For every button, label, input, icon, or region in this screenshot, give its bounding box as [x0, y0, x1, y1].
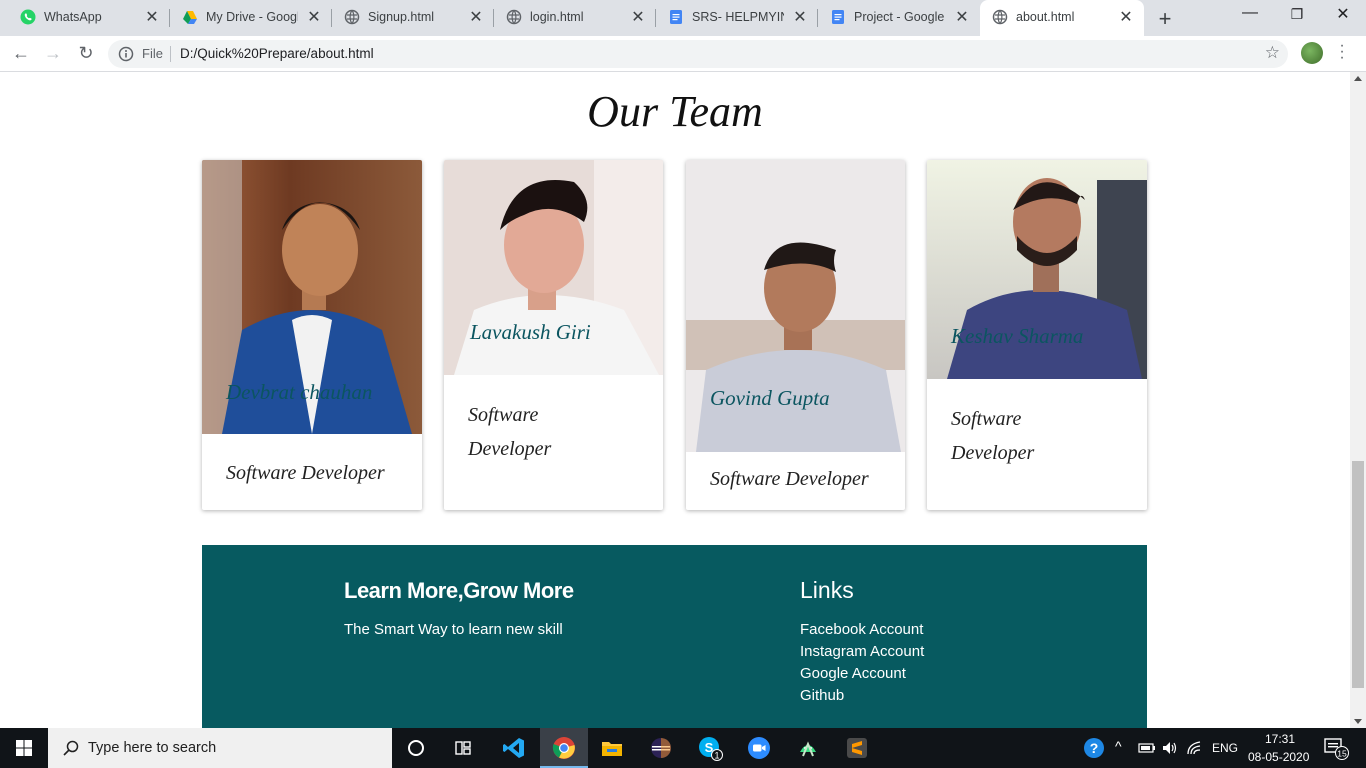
close-tab-icon[interactable]: ✕ [1118, 7, 1134, 27]
tab-title: Signup.html [368, 10, 435, 24]
windows-taskbar: Type here to search S1 ? ^ ENG 17:31 08-… [0, 728, 1366, 768]
svg-text:?: ? [1090, 740, 1099, 756]
forward-arrow-icon[interactable]: → [41, 42, 65, 66]
search-placeholder: Type here to search [88, 740, 217, 756]
android-studio-icon[interactable] [788, 732, 828, 764]
close-tab-icon[interactable]: ✕ [630, 7, 646, 27]
tab-title: login.html [530, 10, 584, 24]
footer-brand: Learn More,Grow More [344, 578, 574, 603]
eclipse-icon[interactable] [641, 732, 681, 764]
scroll-down-icon[interactable] [1354, 719, 1362, 724]
sublime-text-icon[interactable] [837, 732, 877, 764]
menu-dots-icon[interactable]: · · · [1338, 38, 1346, 66]
tab-title: about.html [1016, 10, 1075, 24]
tab-about[interactable]: about.html ✕ [980, 0, 1144, 36]
back-arrow-icon[interactable]: ← [9, 42, 33, 66]
bookmark-star-icon[interactable]: ☆ [1265, 43, 1280, 63]
windows-logo-icon [16, 740, 32, 756]
tab-title: SRS- HELPMYINTE [692, 10, 784, 24]
page-scrollbar[interactable] [1350, 72, 1366, 728]
scroll-up-icon[interactable] [1354, 76, 1362, 81]
tab-whatsapp[interactable]: WhatsApp ✕ [8, 0, 170, 34]
new-tab-button[interactable]: + [1156, 6, 1174, 32]
clock-time[interactable]: 17:31 [1265, 732, 1295, 746]
globe-icon [344, 9, 360, 25]
member-name: Keshav Sharma [951, 324, 1084, 348]
google-link[interactable]: Google Account [800, 665, 906, 682]
google-docs-icon [670, 10, 682, 24]
tab-title: WhatsApp [44, 10, 102, 24]
instagram-link[interactable]: Instagram Account [800, 643, 924, 660]
url-text[interactable]: D:/Quick%20Prepare/about.html [180, 46, 374, 61]
taskbar-search[interactable]: Type here to search [48, 728, 392, 768]
tab-signup[interactable]: Signup.html ✕ [332, 0, 494, 34]
tab-login[interactable]: login.html ✕ [494, 0, 656, 34]
close-window-icon[interactable]: ✕ [1333, 4, 1353, 24]
file-scheme-label: File [142, 46, 163, 61]
cortana-icon[interactable] [396, 732, 436, 764]
globe-icon [506, 9, 522, 25]
notifications-icon[interactable]: 15 [1318, 732, 1354, 764]
github-link[interactable]: Github [800, 687, 844, 704]
browser-toolbar: ← → ↻ File D:/Quick%20Prepare/about.html… [0, 36, 1366, 72]
zoom-icon[interactable] [739, 732, 779, 764]
tab-strip: WhatsApp ✕ My Drive - Google ✕ Signup.ht… [0, 0, 1366, 36]
help-icon[interactable]: ? [1082, 732, 1106, 764]
close-tab-icon[interactable]: ✕ [144, 7, 160, 27]
team-member-card: Keshav Sharma Software Developer [927, 160, 1147, 510]
clock-date[interactable]: 08-05-2020 [1248, 750, 1309, 764]
member-name: Govind Gupta [710, 386, 830, 410]
profile-avatar[interactable] [1301, 42, 1323, 64]
footer-links-heading: Links [800, 577, 854, 603]
tab-srs[interactable]: SRS- HELPMYINTE ✕ [656, 0, 818, 34]
close-tab-icon[interactable]: ✕ [468, 7, 484, 27]
globe-icon [992, 9, 1008, 25]
tab-project[interactable]: Project - Google D ✕ [818, 0, 980, 34]
google-drive-icon [183, 11, 197, 24]
close-tab-icon[interactable]: ✕ [792, 7, 808, 27]
member-role: Software Developer [710, 468, 869, 490]
chevron-up-icon[interactable]: ^ [1115, 738, 1122, 754]
notification-count: 15 [1337, 749, 1347, 759]
close-tab-icon[interactable]: ✕ [306, 7, 322, 27]
reload-icon[interactable]: ↻ [74, 42, 98, 66]
address-bar[interactable]: File D:/Quick%20Prepare/about.html ☆ [108, 40, 1288, 68]
close-tab-icon[interactable]: ✕ [954, 7, 970, 27]
team-member-card: Govind Gupta Software Developer [686, 160, 905, 510]
site-footer: Learn More,Grow More The Smart Way to le… [202, 545, 1147, 728]
page-title: Our Team [587, 87, 763, 136]
restore-icon[interactable]: ❐ [1287, 6, 1307, 23]
whatsapp-icon [20, 9, 36, 25]
wifi-icon[interactable] [1184, 732, 1206, 764]
vscode-icon[interactable] [494, 732, 534, 764]
page-viewport: Our Team Devbrat chauhan Software Develo… [0, 72, 1350, 728]
skype-badge: 1 [714, 751, 719, 761]
member-name: Lavakush Giri [470, 320, 591, 344]
team-member-card: Devbrat chauhan Software Developer [202, 160, 422, 510]
minimize-icon[interactable]: — [1240, 4, 1260, 22]
tab-my-drive[interactable]: My Drive - Google ✕ [170, 0, 332, 34]
info-icon[interactable] [118, 46, 134, 62]
search-icon [63, 740, 79, 756]
footer-tagline: The Smart Way to learn new skill [344, 621, 563, 638]
team-member-card: Lavakush Giri Software Developer [444, 160, 663, 510]
task-view-icon[interactable] [443, 732, 483, 764]
chrome-icon[interactable] [540, 728, 588, 768]
member-role: Software Developer [226, 462, 385, 484]
tab-title: My Drive - Google [206, 10, 298, 24]
google-docs-icon [832, 10, 844, 24]
battery-icon[interactable] [1136, 732, 1158, 764]
language-indicator[interactable]: ENG [1212, 741, 1238, 755]
member-role: Software Developer [468, 404, 552, 460]
skype-icon[interactable]: S1 [690, 732, 730, 764]
file-explorer-icon[interactable] [592, 732, 632, 764]
tab-title: Project - Google D [854, 10, 946, 24]
facebook-link[interactable]: Facebook Account [800, 621, 923, 638]
member-role: Software Developer [951, 408, 1035, 464]
member-name: Devbrat chauhan [226, 380, 373, 404]
start-button[interactable] [0, 728, 48, 768]
volume-icon[interactable] [1159, 732, 1181, 764]
scrollbar-thumb[interactable] [1352, 461, 1364, 688]
